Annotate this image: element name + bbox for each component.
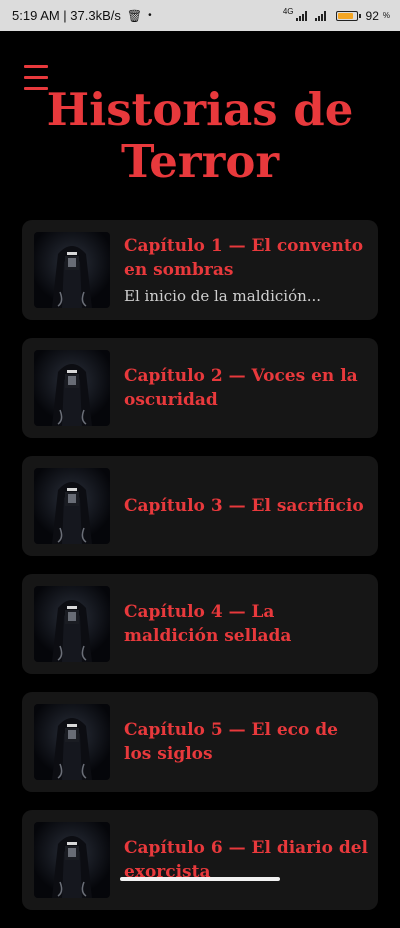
chapter-card[interactable]: Capítulo 1 — El convento en sombras El in… <box>22 220 378 320</box>
chapter-title: Capítulo 5 — El eco de los siglos <box>124 720 338 764</box>
chapter-text: Capítulo 2 — Voces en la oscuridad <box>124 364 368 412</box>
chapter-text: Capítulo 4 — La maldición sellada <box>124 600 368 648</box>
chapter-text: Capítulo 3 — El sacrificio <box>124 494 368 518</box>
signal-icon <box>295 10 307 21</box>
signal-icon-2 <box>314 10 326 21</box>
chapter-card[interactable]: Capítulo 2 — Voces en la oscuridad <box>22 338 378 438</box>
chapter-card[interactable]: Capítulo 4 — La maldición sellada <box>22 574 378 674</box>
dot-icon: • <box>148 10 152 21</box>
status-left: 5:19 AM | 37.3kB/s 🗑 • <box>12 8 152 23</box>
status-right: 4G 92 % <box>282 7 390 23</box>
chapter-list: Capítulo 1 — El convento en sombras El in… <box>22 220 378 928</box>
status-bar: 5:19 AM | 37.3kB/s 🗑 • 4G 92 % <box>0 0 400 31</box>
page-title: Historias de Terror <box>46 83 354 188</box>
battery-icon <box>335 10 361 21</box>
percent-sign: % <box>382 11 390 20</box>
chapter-text: Capítulo 5 — El eco de los siglos <box>124 718 368 766</box>
chapter-title: Capítulo 3 — El sacrificio <box>124 496 364 516</box>
chapter-card[interactable]: Capítulo 5 — El eco de los siglos <box>22 692 378 792</box>
chapter-thumbnail <box>34 822 110 898</box>
home-indicator[interactable] <box>120 877 280 881</box>
chapter-thumbnail <box>34 350 110 426</box>
chapter-title: Capítulo 1 — El convento en sombras <box>124 236 364 280</box>
chapter-title: Capítulo 2 — Voces en la oscuridad <box>124 366 358 410</box>
chapter-thumbnail <box>34 232 110 308</box>
battery-percent: 92 <box>365 8 379 23</box>
network-type: 4G <box>282 7 294 16</box>
chapter-thumbnail <box>34 704 110 780</box>
chapter-text: Capítulo 1 — El convento en sombras El in… <box>124 234 368 306</box>
chapter-card[interactable]: Capítulo 6 — El diario del exorcista <box>22 810 378 910</box>
chapter-thumbnail <box>34 468 110 544</box>
chapter-title: Capítulo 4 — La maldición sellada <box>124 602 292 646</box>
chapter-subtitle: El inicio de la maldición... <box>124 287 322 305</box>
trash-icon: 🗑 <box>126 8 143 23</box>
time-and-speed: 5:19 AM | 37.3kB/s <box>12 8 121 23</box>
battery-fill <box>337 12 353 19</box>
chapter-thumbnail <box>34 586 110 662</box>
chapter-card[interactable]: Capítulo 3 — El sacrificio <box>22 456 378 556</box>
